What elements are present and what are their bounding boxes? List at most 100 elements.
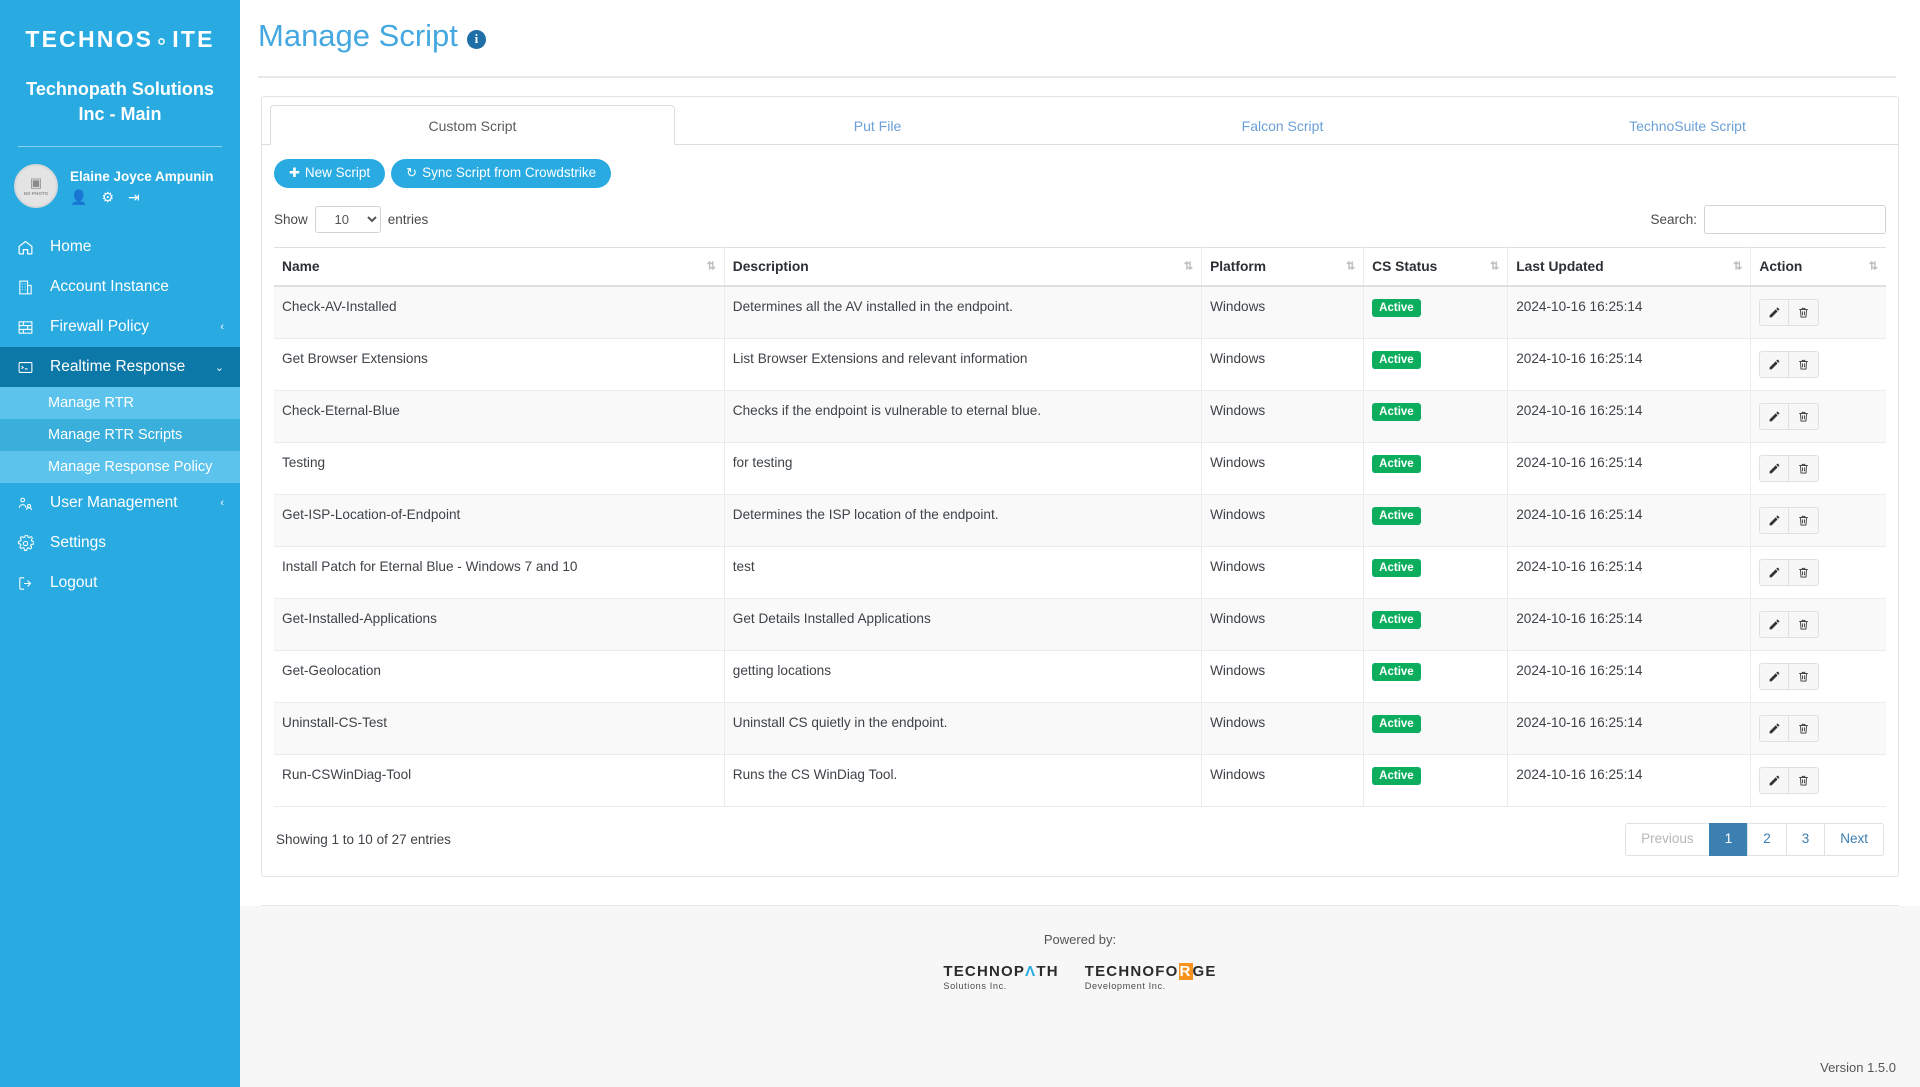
sidebar-submenu-realtime-response: Manage RTR Manage RTR Scripts Manage Res…	[0, 387, 240, 483]
custom-script-panel: ✚ New Script ↻ Sync Script from Crowdstr…	[262, 145, 1898, 876]
sidebar-item-firewall-policy[interactable]: Firewall Policy ‹	[0, 307, 240, 347]
column-label: Last Updated	[1516, 259, 1603, 274]
cell-last-updated: 2024-10-16 16:25:14	[1508, 286, 1751, 339]
table-row: Uninstall-CS-TestUninstall CS quietly in…	[274, 702, 1886, 754]
delete-button[interactable]	[1789, 663, 1819, 690]
trash-icon	[1797, 670, 1810, 683]
action-button-group	[1759, 299, 1878, 326]
tab-custom-script[interactable]: Custom Script	[270, 105, 675, 145]
sidebar-item-settings[interactable]: Settings	[0, 523, 240, 563]
pagination-page-3[interactable]: 3	[1786, 823, 1825, 856]
edit-button[interactable]	[1759, 403, 1789, 430]
sidebar-item-realtime-response[interactable]: Realtime Response ⌄	[0, 347, 240, 387]
sidebar-item-label: Home	[50, 238, 224, 256]
user-profile: ▣ NO PHOTO Elaine Joyce Ampunin 👤 ⚙ ⇥	[0, 147, 240, 223]
edit-button[interactable]	[1759, 507, 1789, 534]
delete-button[interactable]	[1789, 351, 1819, 378]
cell-action	[1751, 598, 1886, 650]
sidebar: TECHNOS ITE Technopath Solutions Inc - M…	[0, 0, 240, 1087]
sidebar-item-label: Logout	[50, 574, 224, 592]
sidebar-item-manage-rtr[interactable]: Manage RTR	[0, 387, 240, 419]
column-header-platform[interactable]: Platform ⇅	[1202, 247, 1364, 286]
gear-icon	[17, 535, 39, 552]
brand-logo[interactable]: TECHNOS ITE	[0, 0, 240, 73]
cell-action	[1751, 702, 1886, 754]
delete-button[interactable]	[1789, 507, 1819, 534]
app-root: TECHNOS ITE Technopath Solutions Inc - M…	[0, 0, 1920, 1087]
edit-button[interactable]	[1759, 455, 1789, 482]
status-badge: Active	[1372, 299, 1421, 317]
delete-button[interactable]	[1789, 455, 1819, 482]
info-icon[interactable]: i	[467, 30, 486, 49]
cell-last-updated: 2024-10-16 16:25:14	[1508, 442, 1751, 494]
cell-name: Testing	[274, 442, 724, 494]
cell-action	[1751, 442, 1886, 494]
edit-button[interactable]	[1759, 715, 1789, 742]
sidebar-item-logout[interactable]: Logout	[0, 563, 240, 603]
pencil-icon	[1768, 774, 1781, 787]
pagination-page-2[interactable]: 2	[1747, 823, 1786, 856]
table-head: Name ⇅ Description ⇅ Platform ⇅	[274, 247, 1886, 286]
sidebar-item-label: Account Instance	[50, 278, 224, 296]
technoforge-logo-p2: GE	[1193, 963, 1217, 980]
edit-button[interactable]	[1759, 299, 1789, 326]
cell-description: Get Details Installed Applications	[724, 598, 1201, 650]
cell-name: Install Patch for Eternal Blue - Windows…	[274, 546, 724, 598]
column-header-name[interactable]: Name ⇅	[274, 247, 724, 286]
page-length-select[interactable]: 10 25 50 100	[315, 206, 381, 233]
pencil-icon	[1768, 514, 1781, 527]
sort-icon: ⇅	[1733, 260, 1741, 273]
table-body: Check-AV-InstalledDetermines all the AV …	[274, 286, 1886, 807]
search-input[interactable]	[1704, 205, 1886, 234]
user-icon[interactable]: 👤	[70, 190, 87, 204]
cell-description: Runs the CS WinDiag Tool.	[724, 754, 1201, 806]
delete-button[interactable]	[1789, 715, 1819, 742]
pencil-icon	[1768, 722, 1781, 735]
status-badge: Active	[1372, 559, 1421, 577]
delete-button[interactable]	[1789, 559, 1819, 586]
sidebar-item-manage-rtr-scripts[interactable]: Manage RTR Scripts	[0, 419, 240, 451]
pagination-next[interactable]: Next	[1824, 823, 1884, 856]
logout-icon[interactable]: ⇥	[128, 190, 140, 204]
delete-button[interactable]	[1789, 299, 1819, 326]
building-icon	[17, 279, 39, 296]
pencil-icon	[1768, 566, 1781, 579]
edit-button[interactable]	[1759, 611, 1789, 638]
edit-button[interactable]	[1759, 559, 1789, 586]
tab-falcon-script[interactable]: Falcon Script	[1080, 105, 1485, 145]
delete-button[interactable]	[1789, 403, 1819, 430]
cell-last-updated: 2024-10-16 16:25:14	[1508, 338, 1751, 390]
cell-platform: Windows	[1202, 338, 1364, 390]
column-header-last-updated[interactable]: Last Updated ⇅	[1508, 247, 1751, 286]
column-header-action[interactable]: Action ⇅	[1751, 247, 1886, 286]
pagination-page-1[interactable]: 1	[1709, 823, 1748, 856]
sidebar-item-user-management[interactable]: User Management ‹	[0, 483, 240, 523]
edit-button[interactable]	[1759, 351, 1789, 378]
sidebar-item-home[interactable]: Home	[0, 227, 240, 267]
column-header-description[interactable]: Description ⇅	[724, 247, 1201, 286]
sidebar-item-account-instance[interactable]: Account Instance	[0, 267, 240, 307]
technoforge-logo-r: R	[1179, 963, 1193, 980]
cell-action	[1751, 494, 1886, 546]
delete-button[interactable]	[1789, 767, 1819, 794]
cell-cs-status: Active	[1364, 442, 1508, 494]
edit-button[interactable]	[1759, 767, 1789, 794]
sort-icon: ⇅	[1490, 260, 1498, 273]
cell-last-updated: 2024-10-16 16:25:14	[1508, 390, 1751, 442]
delete-button[interactable]	[1789, 611, 1819, 638]
cell-platform: Windows	[1202, 546, 1364, 598]
cell-name: Get-Installed-Applications	[274, 598, 724, 650]
column-header-cs-status[interactable]: CS Status ⇅	[1364, 247, 1508, 286]
user-action-icons: 👤 ⚙ ⇥	[70, 190, 214, 204]
avatar[interactable]: ▣ NO PHOTO	[14, 164, 58, 208]
sidebar-item-manage-response-policy[interactable]: Manage Response Policy	[0, 451, 240, 483]
pagination-previous[interactable]: Previous	[1625, 823, 1709, 856]
tab-put-file[interactable]: Put File	[675, 105, 1080, 145]
action-button-group	[1759, 611, 1878, 638]
new-script-button[interactable]: ✚ New Script	[274, 159, 385, 188]
tab-technosuite-script[interactable]: TechnoSuite Script	[1485, 105, 1890, 145]
edit-button[interactable]	[1759, 663, 1789, 690]
cell-last-updated: 2024-10-16 16:25:14	[1508, 650, 1751, 702]
sync-script-button[interactable]: ↻ Sync Script from Crowdstrike	[391, 159, 611, 188]
gear-icon[interactable]: ⚙	[101, 190, 114, 204]
